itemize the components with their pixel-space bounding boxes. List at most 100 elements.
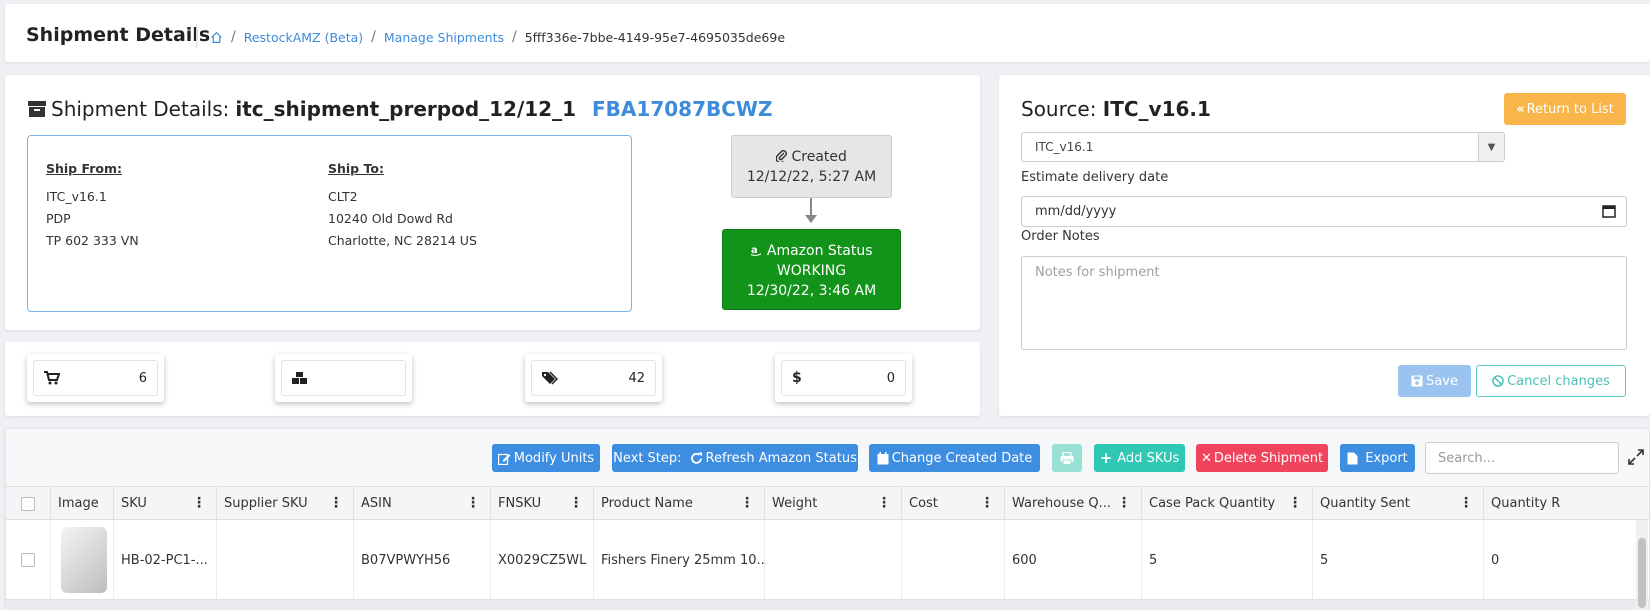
save-button[interactable]: Save <box>1398 365 1471 397</box>
export-button[interactable]: Export <box>1340 444 1415 472</box>
caret-down-icon[interactable]: ▼ <box>1478 133 1504 161</box>
column-menu-icon[interactable]: ⋮ <box>877 495 891 511</box>
row-select-cell <box>6 520 51 600</box>
stat-labels: 42 <box>525 354 662 402</box>
change-created-date-button[interactable]: Change Created Date <box>869 444 1040 472</box>
search-input[interactable]: Search... <box>1425 442 1619 474</box>
column-header[interactable]: Case Pack Quantity ⋮ <box>1142 487 1313 520</box>
column-header[interactable]: Product Name ⋮ <box>594 487 765 520</box>
stat-units: 6 <box>27 354 164 402</box>
column-header[interactable]: SKU ⋮ <box>114 487 217 520</box>
scrollbar-thumb[interactable] <box>1638 538 1646 608</box>
column-header[interactable]: Cost ⋮ <box>902 487 1005 520</box>
column-header[interactable]: Image <box>51 487 114 520</box>
quantity-received-cell: 0 <box>1491 552 1500 568</box>
vertical-scrollbar[interactable] <box>1636 520 1648 610</box>
stat-value: 0 <box>886 370 895 386</box>
created-date: 12/12/22, 5:27 AM <box>746 169 877 185</box>
fba-id[interactable]: FBA17087BCWZ <box>592 97 772 121</box>
column-header[interactable]: Quantity Sent ⋮ <box>1313 487 1484 520</box>
column-menu-icon[interactable]: ⋮ <box>1288 495 1302 511</box>
source-name: ITC_v16.1 <box>1102 97 1211 121</box>
order-notes-textarea[interactable]: Notes for shipment <box>1021 256 1627 350</box>
breadcrumb-separator: / <box>231 29 236 45</box>
column-header[interactable]: Warehouse Q... ⋮ <box>1005 487 1142 520</box>
archive-icon <box>28 101 46 117</box>
ship-to-line: 10240 Old Dowd Rd <box>328 211 453 226</box>
home-icon[interactable] <box>210 31 223 44</box>
stats-card: 6 42 $ 0 <box>5 342 980 416</box>
ship-from-line: ITC_v16.1 <box>46 189 107 204</box>
cancel-changes-button[interactable]: Cancel changes <box>1476 365 1626 397</box>
column-header[interactable]: ASIN ⋮ <box>354 487 491 520</box>
order-notes-label: Order Notes <box>1021 229 1100 244</box>
column-menu-icon[interactable]: ⋮ <box>740 495 754 511</box>
top-bar: Shipment Details / RestockAMZ (Beta) / M… <box>5 4 1650 62</box>
column-header[interactable]: Supplier SKU ⋮ <box>217 487 354 520</box>
select-all-checkbox[interactable] <box>21 496 35 511</box>
created-node: Created 12/12/22, 5:27 AM <box>731 135 892 198</box>
paperclip-icon <box>775 150 788 164</box>
image-cell <box>51 520 114 600</box>
product-image[interactable] <box>61 527 107 593</box>
ship-to-line: CLT2 <box>328 189 358 204</box>
column-menu-icon[interactable]: ⋮ <box>329 495 343 511</box>
breadcrumb-separator: / <box>371 29 376 45</box>
fnsku-cell: X0029CZ5WL <box>491 520 594 600</box>
amazon-status-value: WORKING <box>776 263 847 279</box>
source-heading: Source: ITC_v16.1 <box>1021 97 1211 121</box>
table-row[interactable]: HB-02-PC1-... B07VPWYH56 X0029CZ5WL Fish… <box>6 520 1649 600</box>
breadcrumb-separator: / <box>511 29 517 45</box>
double-chevron-left-icon: « <box>1516 101 1525 117</box>
column-menu-icon[interactable]: ⋮ <box>192 495 206 511</box>
select-all-cell <box>6 487 51 520</box>
column-menu-icon[interactable]: ⋮ <box>569 495 583 511</box>
stat-boxes <box>275 354 412 402</box>
source-select[interactable]: ITC_v16.1 ▼ <box>1021 132 1505 162</box>
expand-icon[interactable] <box>1628 449 1644 465</box>
delivery-date-input[interactable]: mm/dd/yyyy <box>1021 196 1627 227</box>
print-button[interactable] <box>1052 444 1082 472</box>
column-menu-icon[interactable]: ⋮ <box>1117 495 1131 511</box>
breadcrumb-manage-shipments[interactable]: Manage Shipments <box>384 30 504 45</box>
delivery-date-label: Estimate delivery date <box>1021 170 1169 185</box>
status-arrow <box>805 215 817 223</box>
column-menu-icon[interactable]: ⋮ <box>1459 495 1473 511</box>
asin-cell: B07VPWYH56 <box>354 520 491 600</box>
return-to-list-button[interactable]: « Return to List <box>1504 93 1626 125</box>
add-skus-button[interactable]: + Add SKUs <box>1094 444 1185 472</box>
refresh-amazon-status-button[interactable]: Next Step: Refresh Amazon Status <box>612 444 858 472</box>
cart-icon <box>44 371 60 385</box>
breadcrumb-current: 5fff336e-7bbe-4149-95e7-4695035de69e <box>524 29 786 45</box>
cost-cell <box>902 520 1005 600</box>
calendar-icon[interactable] <box>1602 204 1616 218</box>
column-header[interactable]: Quantity R <box>1484 487 1649 520</box>
column-header[interactable]: Weight ⋮ <box>765 487 902 520</box>
delete-shipment-button[interactable]: ✕ Delete Shipment <box>1196 444 1328 472</box>
ship-from: Ship From: ITC_v16.1 PDP TP 602 333 VN <box>46 158 139 252</box>
ship-to-heading: Ship To: <box>328 161 384 176</box>
shipment-name: itc_shipment_prerpod_12/12_1 <box>235 97 577 121</box>
floppy-icon <box>1411 375 1423 387</box>
amazon-status-label: Amazon Status <box>766 243 873 259</box>
refresh-icon <box>690 452 702 464</box>
column-header[interactable]: FNSKU ⋮ <box>491 487 594 520</box>
tags-icon <box>542 371 558 385</box>
row-checkbox[interactable] <box>21 553 35 567</box>
column-menu-icon[interactable]: ⋮ <box>466 495 480 511</box>
product-name-cell: Fishers Finery 25mm 10... <box>594 520 765 600</box>
print-icon <box>1060 451 1074 465</box>
page-title: Shipment Details <box>26 24 211 46</box>
shipment-heading: Shipment Details: itc_shipment_prerpod_1… <box>27 97 772 121</box>
date-input-text: mm/dd/yyyy <box>1035 204 1117 219</box>
ship-to: Ship To: CLT2 10240 Old Dowd Rd Charlott… <box>328 158 477 252</box>
stat-value: 42 <box>628 370 645 386</box>
shipment-label: Shipment Details: <box>51 97 230 121</box>
amazon-icon: a <box>751 245 762 256</box>
modify-units-button[interactable]: Modify Units <box>492 444 600 472</box>
column-menu-icon[interactable]: ⋮ <box>980 495 994 511</box>
source-card: Source: ITC_v16.1 « Return to List ITC_v… <box>999 75 1650 416</box>
breadcrumb-restockamz[interactable]: RestockAMZ (Beta) <box>244 30 363 45</box>
notes-placeholder: Notes for shipment <box>1035 265 1160 280</box>
dollar-icon: $ <box>792 370 802 386</box>
